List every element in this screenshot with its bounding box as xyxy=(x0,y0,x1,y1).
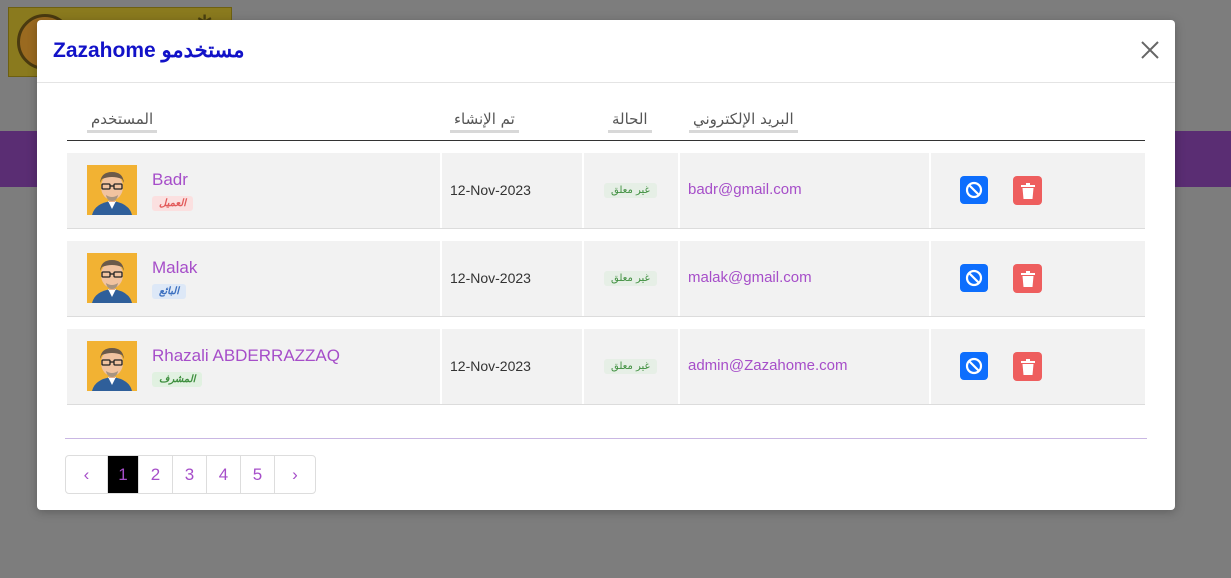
role-badge: العميل xyxy=(152,196,194,211)
table-header: المستخدم تم الإنشاء الحالة البريد الإلكت… xyxy=(67,104,1145,141)
table-row: Badr العميل 12-Nov-2023 غير معلق badr@gm… xyxy=(67,153,1145,229)
created-date: 12-Nov-2023 xyxy=(450,182,531,198)
cell-divider xyxy=(678,241,680,316)
header-status[interactable]: الحالة xyxy=(608,110,652,133)
users-table: المستخدم تم الإنشاء الحالة البريد الإلكت… xyxy=(67,104,1145,405)
cell-divider xyxy=(440,329,442,404)
pagination-prev[interactable]: ‹ xyxy=(66,456,107,493)
page-1[interactable]: 1 xyxy=(107,456,138,493)
users-modal: Zazahome مستخدمو المستخدم تم الإنشاء الح… xyxy=(37,20,1175,510)
delete-user-button[interactable] xyxy=(1013,264,1042,293)
user-name[interactable]: Malak xyxy=(152,258,197,278)
pagination-next[interactable]: › xyxy=(274,456,315,493)
delete-user-button[interactable] xyxy=(1013,352,1042,381)
cell-divider xyxy=(582,241,584,316)
cell-divider xyxy=(440,241,442,316)
block-icon xyxy=(965,357,983,375)
table-row: Malak البائع 12-Nov-2023 غير معلق malak@… xyxy=(67,241,1145,317)
delete-user-button[interactable] xyxy=(1013,176,1042,205)
role-badge: البائع xyxy=(152,284,186,299)
trash-icon xyxy=(1020,182,1035,199)
header-email[interactable]: البريد الإلكتروني xyxy=(689,110,798,133)
user-email[interactable]: malak@gmail.com xyxy=(688,269,812,286)
cell-divider xyxy=(929,329,931,404)
avatar xyxy=(87,165,137,215)
block-user-button[interactable] xyxy=(960,352,988,380)
cell-divider xyxy=(440,153,442,228)
page-3[interactable]: 3 xyxy=(172,456,206,493)
status-badge: غير معلق xyxy=(604,359,657,374)
trash-icon xyxy=(1020,358,1035,375)
cell-divider xyxy=(678,153,680,228)
modal-title: Zazahome مستخدمو xyxy=(53,39,245,62)
user-name[interactable]: Badr xyxy=(152,170,188,190)
cell-divider xyxy=(678,329,680,404)
block-user-button[interactable] xyxy=(960,176,988,204)
close-icon[interactable] xyxy=(1139,39,1161,61)
header-user[interactable]: المستخدم xyxy=(87,110,158,133)
cell-divider xyxy=(582,329,584,404)
page-2[interactable]: 2 xyxy=(138,456,172,493)
user-email[interactable]: admin@Zazahome.com xyxy=(688,357,847,374)
page-5[interactable]: 5 xyxy=(240,456,274,493)
avatar xyxy=(87,341,137,391)
created-date: 12-Nov-2023 xyxy=(450,358,531,374)
block-user-button[interactable] xyxy=(960,264,988,292)
header-created[interactable]: تم الإنشاء xyxy=(450,110,519,133)
user-name[interactable]: Rhazali ABDERRAZZAQ xyxy=(152,346,340,366)
status-badge: غير معلق xyxy=(604,271,657,286)
block-icon xyxy=(965,181,983,199)
block-icon xyxy=(965,269,983,287)
created-date: 12-Nov-2023 xyxy=(450,270,531,286)
role-badge: المشرف xyxy=(152,372,203,387)
cell-divider xyxy=(929,153,931,228)
footer-divider xyxy=(65,438,1147,439)
table-row: Rhazali ABDERRAZZAQ المشرف 12-Nov-2023 غ… xyxy=(67,329,1145,405)
avatar xyxy=(87,253,137,303)
status-badge: غير معلق xyxy=(604,183,657,198)
trash-icon xyxy=(1020,270,1035,287)
modal-header: Zazahome مستخدمو xyxy=(37,20,1175,83)
pagination: ‹ 1 2 3 4 5 › xyxy=(65,455,316,494)
cell-divider xyxy=(929,241,931,316)
user-email[interactable]: badr@gmail.com xyxy=(688,181,802,198)
cell-divider xyxy=(582,153,584,228)
page-4[interactable]: 4 xyxy=(206,456,240,493)
